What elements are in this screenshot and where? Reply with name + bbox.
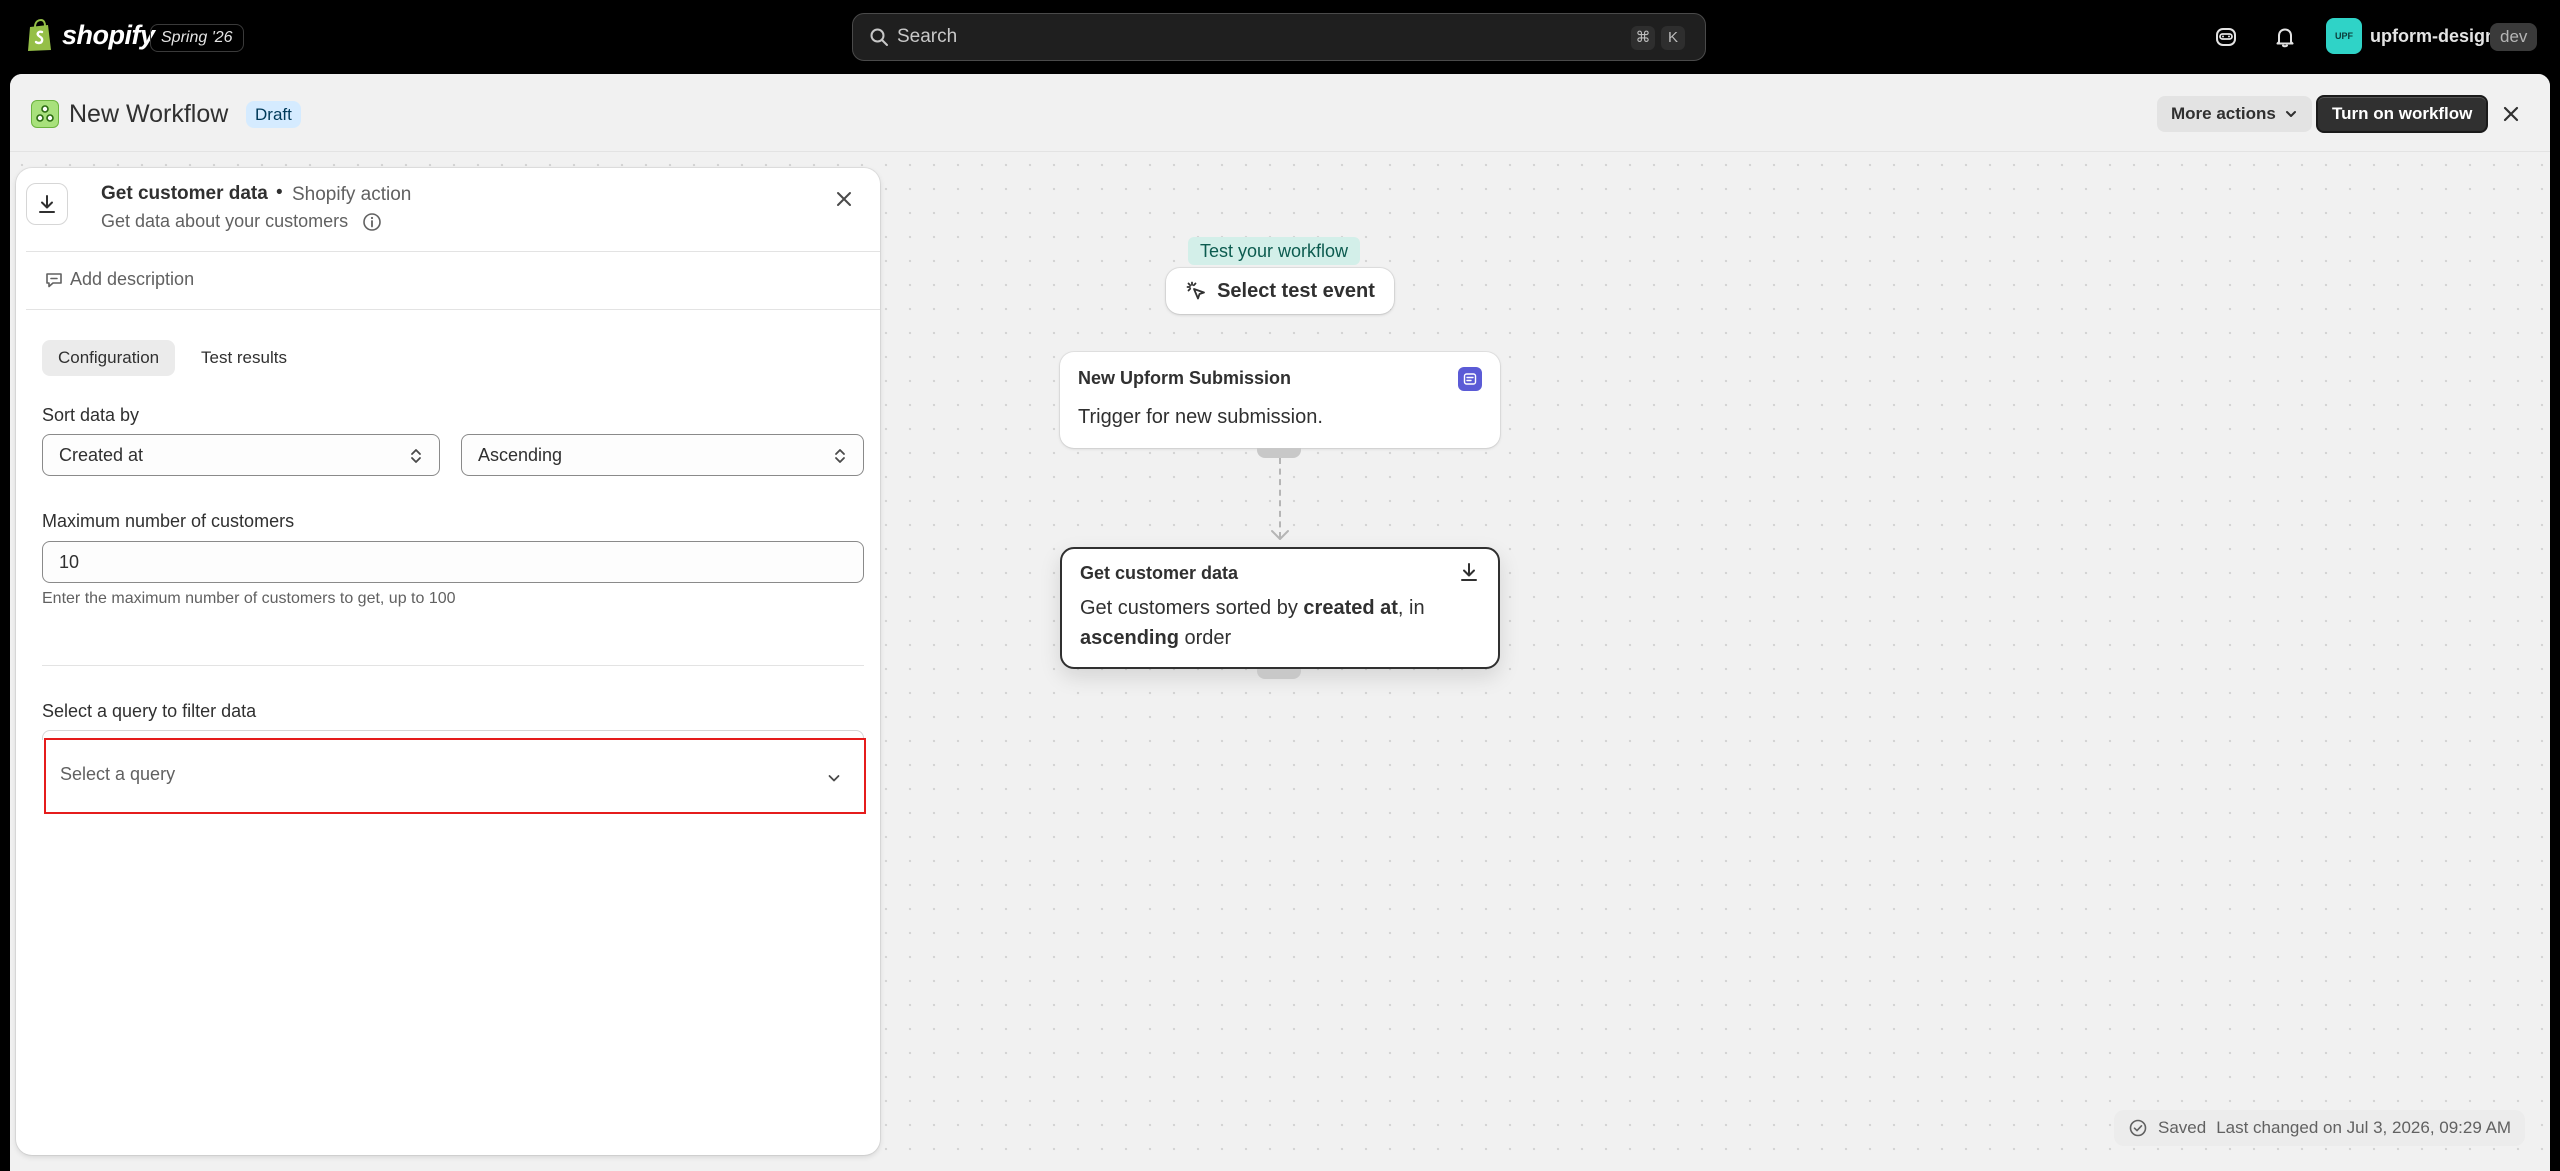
action-body-text: , in [1397,597,1425,619]
close-icon [2503,106,2519,122]
global-search[interactable]: ⌘ K [852,13,1706,61]
test-workflow-label: Test your workflow [1188,237,1361,265]
max-customers-label: Maximum number of customers [42,511,295,531]
select-test-event-button[interactable]: Select test event [1166,268,1394,314]
shopify-logo[interactable]: shopify [26,18,155,52]
version-badge[interactable]: Spring '26 [150,24,244,52]
more-actions-button[interactable]: More actions [2157,96,2312,132]
trigger-node-title: New Upform Submission [1078,368,1292,388]
connector-arrow-icon [1271,530,1289,540]
add-description-button[interactable]: Add description [44,269,194,290]
store-avatar[interactable]: UPF [2326,18,2362,54]
check-circle-icon [2129,1119,2147,1137]
action-output-handle[interactable] [1257,669,1301,679]
sort-order-select[interactable]: Ascending [461,434,864,476]
save-status: Saved Last changed on Jul 3, 2026, 09:29… [2114,1110,2526,1146]
step-icon [26,183,68,225]
environment-badge: dev [2490,23,2538,51]
shortcut-k-key: K [1661,26,1685,50]
trigger-node[interactable]: New Upform Submission Trigger for new su… [1060,352,1500,448]
step-title: Get customer data [101,183,268,204]
select-arrows-icon [411,449,421,463]
store-name[interactable]: upform-design [2370,26,2496,47]
bell-icon [2276,28,2294,48]
close-panel-icon[interactable] [834,189,854,209]
shopify-bag-icon [28,18,51,51]
add-description-label: Add description [70,269,195,289]
close-workflow-button[interactable] [2499,102,2523,126]
action-node[interactable]: Get customer data Get customers sorted b… [1060,547,1500,669]
action-body-text: order [1178,627,1232,649]
sort-field-select[interactable]: Created at [42,434,440,476]
shortcut-cmd-key: ⌘ [1631,26,1655,50]
max-customers-input[interactable] [42,541,864,583]
info-icon[interactable] [362,212,382,232]
download-icon [1461,563,1477,581]
flow-app-icon [31,100,59,128]
upform-app-icon [1458,367,1482,391]
trigger-node-body: Trigger for new submission. [1078,406,1323,428]
comment-icon [46,272,62,287]
sort-field-value: Created at [59,445,144,465]
download-icon [39,195,55,213]
select-arrows-icon [835,449,845,463]
query-placeholder: Select a query [60,764,176,784]
select-test-event-label: Select test event [1217,279,1375,302]
chevron-down-icon [828,775,840,782]
saved-label: Saved [2158,1118,2207,1137]
step-subtitle: Get data about your customers [101,211,349,231]
status-badge: Draft [246,101,301,128]
query-select[interactable]: Select a query [44,738,866,814]
max-customers-help: Enter the maximum number of customers to… [42,590,456,607]
panel-divider [26,309,880,310]
last-changed-label: Last changed on Jul 3, 2026, 09:29 AM [2216,1118,2512,1137]
page-header: New Workflow Draft More actions Turn on … [10,74,2550,152]
chevron-down-icon [2285,111,2296,117]
title-separator: • [276,182,283,203]
tab-test-results[interactable]: Test results [185,340,303,376]
sort-order-value: Ascending [478,445,563,465]
top-bar: shopify Spring '26 ⌘ K UPF upform-design… [0,0,2560,74]
more-actions-label: More actions [2171,104,2276,123]
search-icon [870,28,888,46]
action-body-sort-order: ascending [1080,627,1179,649]
shopify-wordmark: shopify [62,19,155,50]
step-config-panel [16,168,880,1155]
section-divider [42,665,864,666]
search-input[interactable] [897,14,1497,60]
sidekick-icon [2216,28,2236,46]
action-body-text: Get customers sorted by [1080,597,1304,619]
sort-label: Sort data by [42,405,140,425]
turn-on-workflow-button[interactable]: Turn on workflow [2316,95,2489,133]
step-kind: Shopify action [292,184,412,205]
trigger-output-handle[interactable] [1257,448,1301,458]
tab-configuration[interactable]: Configuration [42,340,176,376]
action-body-sort-field: created at [1303,597,1398,619]
panel-divider [26,251,880,252]
sidekick-button[interactable] [2211,22,2241,52]
page-title: New Workflow [69,100,229,128]
action-node-title: Get customer data [1080,563,1239,583]
notifications-button[interactable] [2270,22,2300,52]
query-label: Select a query to filter data [42,701,257,721]
connector-line [1279,458,1281,538]
cursor-click-icon [1186,281,1205,300]
action-node-body: Get customers sorted by created at, in a… [1080,593,1480,653]
